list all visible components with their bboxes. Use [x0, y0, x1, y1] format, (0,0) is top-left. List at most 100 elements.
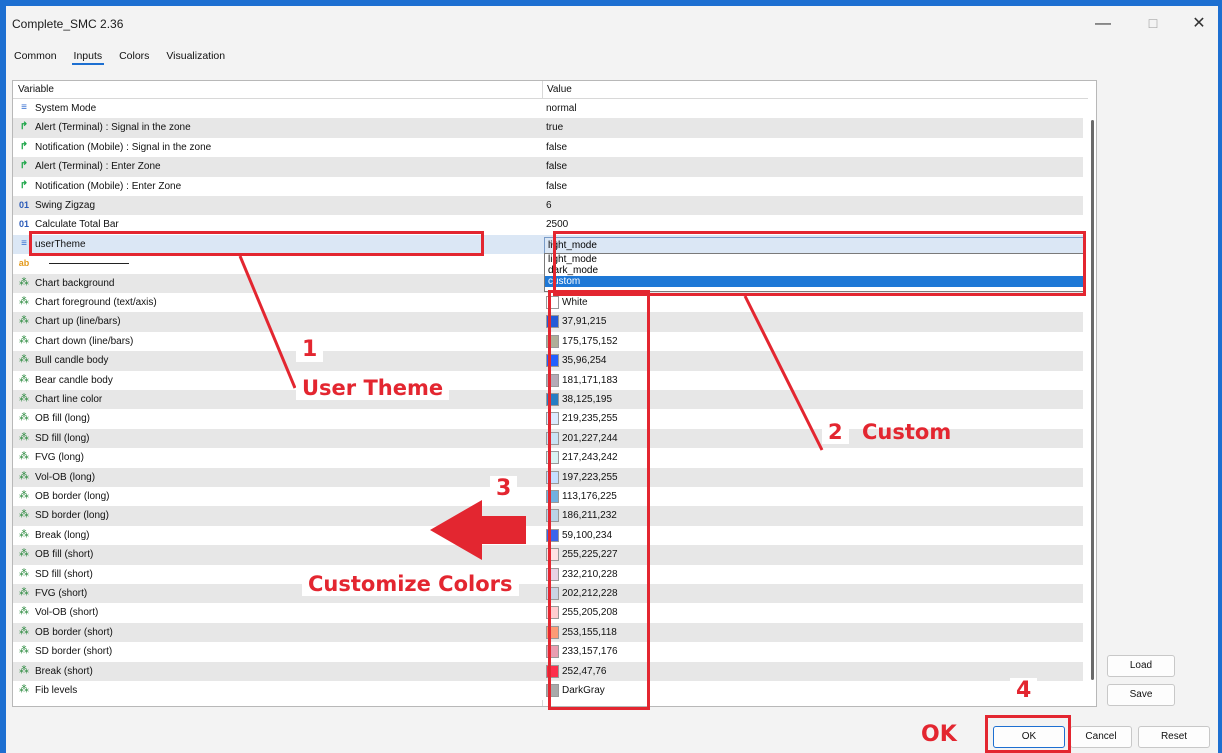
- maximize-button[interactable]: ☐: [1138, 12, 1168, 36]
- tab-colors[interactable]: Colors: [117, 50, 151, 62]
- vertical-scrollbar[interactable]: [1088, 98, 1096, 706]
- row-variable-name: SD border (short): [35, 646, 113, 658]
- row-variable-name: SD border (long): [35, 510, 109, 522]
- annotation-user-theme: User Theme: [296, 376, 450, 400]
- table-row[interactable]: ↱ Alert (Terminal) : Enter Zone false: [13, 157, 1083, 177]
- row-variable-name: Chart up (line/bars): [35, 316, 121, 328]
- table-row[interactable]: ↱ Alert (Terminal) : Signal in the zone tr…: [13, 118, 1083, 138]
- arrow-icon: ↱: [19, 140, 29, 152]
- palette-icon: ⁂: [19, 431, 29, 443]
- row-variable-name: Swing Zigzag: [35, 200, 96, 211]
- table-row[interactable]: ↱ Notification (Mobile) : Enter Zone false: [13, 176, 1083, 196]
- palette-icon: ⁂: [19, 412, 29, 424]
- row-value[interactable]: true: [546, 122, 563, 133]
- annotation-number-4: 4: [1010, 678, 1038, 703]
- palette-icon: ⁂: [19, 334, 29, 346]
- highlight-box-user-theme: [29, 231, 484, 256]
- palette-icon: ⁂: [19, 528, 29, 540]
- highlight-box-color-values: [548, 290, 650, 710]
- row-value[interactable]: false: [546, 142, 567, 153]
- palette-icon: ⁂: [19, 509, 29, 521]
- palette-icon: ⁂: [19, 296, 29, 307]
- row-variable-name: FVG (long): [35, 452, 84, 464]
- row-variable-name: Break (short): [35, 665, 93, 677]
- palette-icon: ⁂: [19, 393, 29, 404]
- scrollbar-thumb[interactable]: [1091, 120, 1094, 680]
- palette-icon: ⁂: [19, 587, 29, 598]
- palette-icon: ⁂: [19, 664, 29, 676]
- row-variable-name: Fib levels: [35, 685, 78, 696]
- row-variable-name: Calculate Total Bar: [35, 219, 119, 231]
- palette-icon: ⁂: [19, 567, 29, 579]
- row-variable-name: FVG (short): [35, 588, 88, 599]
- row-variable-name: Notification (Mobile) : Signal in the zo…: [35, 141, 212, 153]
- row-variable-name: Break (long): [35, 529, 90, 541]
- row-variable-name: Alert (Terminal) : Enter Zone: [35, 161, 161, 173]
- highlight-box-dropdown: [553, 231, 1086, 296]
- tab-bar: Common Inputs Colors Visualization: [12, 50, 237, 68]
- row-variable-name: OB border (short): [35, 626, 113, 638]
- tab-common[interactable]: Common: [12, 50, 59, 62]
- arrow-icon: ↱: [19, 121, 29, 133]
- annotation-ok: OK: [921, 722, 957, 747]
- string-icon: ab: [18, 258, 30, 269]
- load-button[interactable]: Load: [1107, 655, 1175, 677]
- row-variable-name: Vol-OB (short): [35, 607, 99, 619]
- window-frame-right: [1218, 0, 1222, 753]
- window-title: Complete_SMC 2.36: [12, 17, 124, 31]
- save-button[interactable]: Save: [1107, 684, 1175, 706]
- palette-icon: ⁂: [19, 548, 29, 560]
- table-row[interactable]: 01 Swing Zigzag 6: [13, 196, 1083, 216]
- row-value[interactable]: 6: [546, 200, 552, 211]
- cancel-button[interactable]: Cancel: [1070, 726, 1132, 748]
- row-variable-name: Chart line color: [35, 394, 103, 405]
- palette-icon: ⁂: [19, 276, 29, 288]
- annotation-custom: Custom: [862, 420, 952, 444]
- row-variable-name: OB fill (short): [35, 549, 94, 561]
- row-variable-name: Vol-OB (long): [35, 471, 96, 483]
- row-value[interactable]: false: [546, 181, 567, 192]
- palette-icon: ⁂: [19, 625, 29, 637]
- table-header: Variable Value: [13, 81, 1096, 99]
- number-icon: 01: [18, 219, 29, 230]
- palette-icon: ⁂: [19, 470, 29, 482]
- number-icon: 01: [18, 200, 29, 210]
- title-bar: Complete_SMC 2.36 — ☐ ✕: [6, 6, 1218, 42]
- palette-icon: ⁂: [19, 684, 29, 695]
- row-variable-name: System Mode: [35, 103, 97, 114]
- palette-icon: ⁂: [19, 606, 29, 618]
- annotation-number-2: 2: [822, 420, 849, 444]
- row-variable-name: Bull candle body: [35, 355, 109, 367]
- row-variable-name: Chart down (line/bars): [35, 335, 134, 347]
- reset-button[interactable]: Reset: [1138, 726, 1210, 748]
- palette-icon: ⁂: [19, 451, 29, 463]
- row-variable-name: Notification (Mobile) : Enter Zone: [35, 180, 182, 192]
- close-button[interactable]: ✕: [1184, 12, 1214, 36]
- highlight-box-ok: [985, 715, 1071, 753]
- column-header-variable[interactable]: Variable: [18, 84, 54, 95]
- row-value[interactable]: normal: [546, 103, 577, 114]
- table-row[interactable]: ↱ Notification (Mobile) : Signal in the z…: [13, 137, 1083, 158]
- row-variable-name: OB border (long): [35, 491, 110, 502]
- dropdown-icon: ≡: [21, 102, 27, 113]
- row-variable-name: Bear candle body: [35, 374, 113, 386]
- row-value[interactable]: false: [546, 161, 567, 172]
- row-variable-name: SD fill (long): [35, 432, 90, 444]
- minimize-button[interactable]: —: [1088, 12, 1118, 36]
- annotation-number-3: 3: [490, 476, 518, 501]
- row-value[interactable]: 2500: [546, 219, 568, 230]
- palette-icon: ⁂: [19, 645, 29, 657]
- row-variable-name: Chart background: [35, 277, 115, 289]
- annotation-customize-colors: Customize Colors: [302, 572, 519, 596]
- tab-visualization[interactable]: Visualization: [164, 50, 227, 62]
- palette-icon: ⁂: [19, 373, 29, 385]
- row-variable-name: SD fill (short): [35, 568, 93, 580]
- tab-inputs[interactable]: Inputs: [71, 50, 105, 65]
- arrow-icon: ↱: [19, 160, 29, 172]
- annotation-number-1: 1: [296, 337, 324, 362]
- row-variable-name: Chart foreground (text/axis): [35, 297, 157, 308]
- separator-line: [49, 263, 129, 265]
- column-header-value[interactable]: Value: [547, 84, 572, 95]
- palette-icon: ⁂: [19, 354, 29, 366]
- table-row[interactable]: ≡ System Mode normal: [13, 99, 1083, 119]
